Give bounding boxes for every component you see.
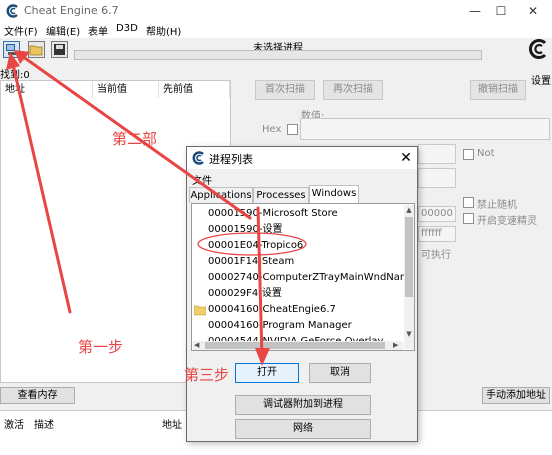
annotation-arrows: [6, 50, 307, 366]
annotation-step-2: 第二部: [112, 130, 158, 148]
annotation-step-3: 第三步: [184, 366, 230, 384]
annotation-step-1: 第一步: [78, 338, 124, 356]
